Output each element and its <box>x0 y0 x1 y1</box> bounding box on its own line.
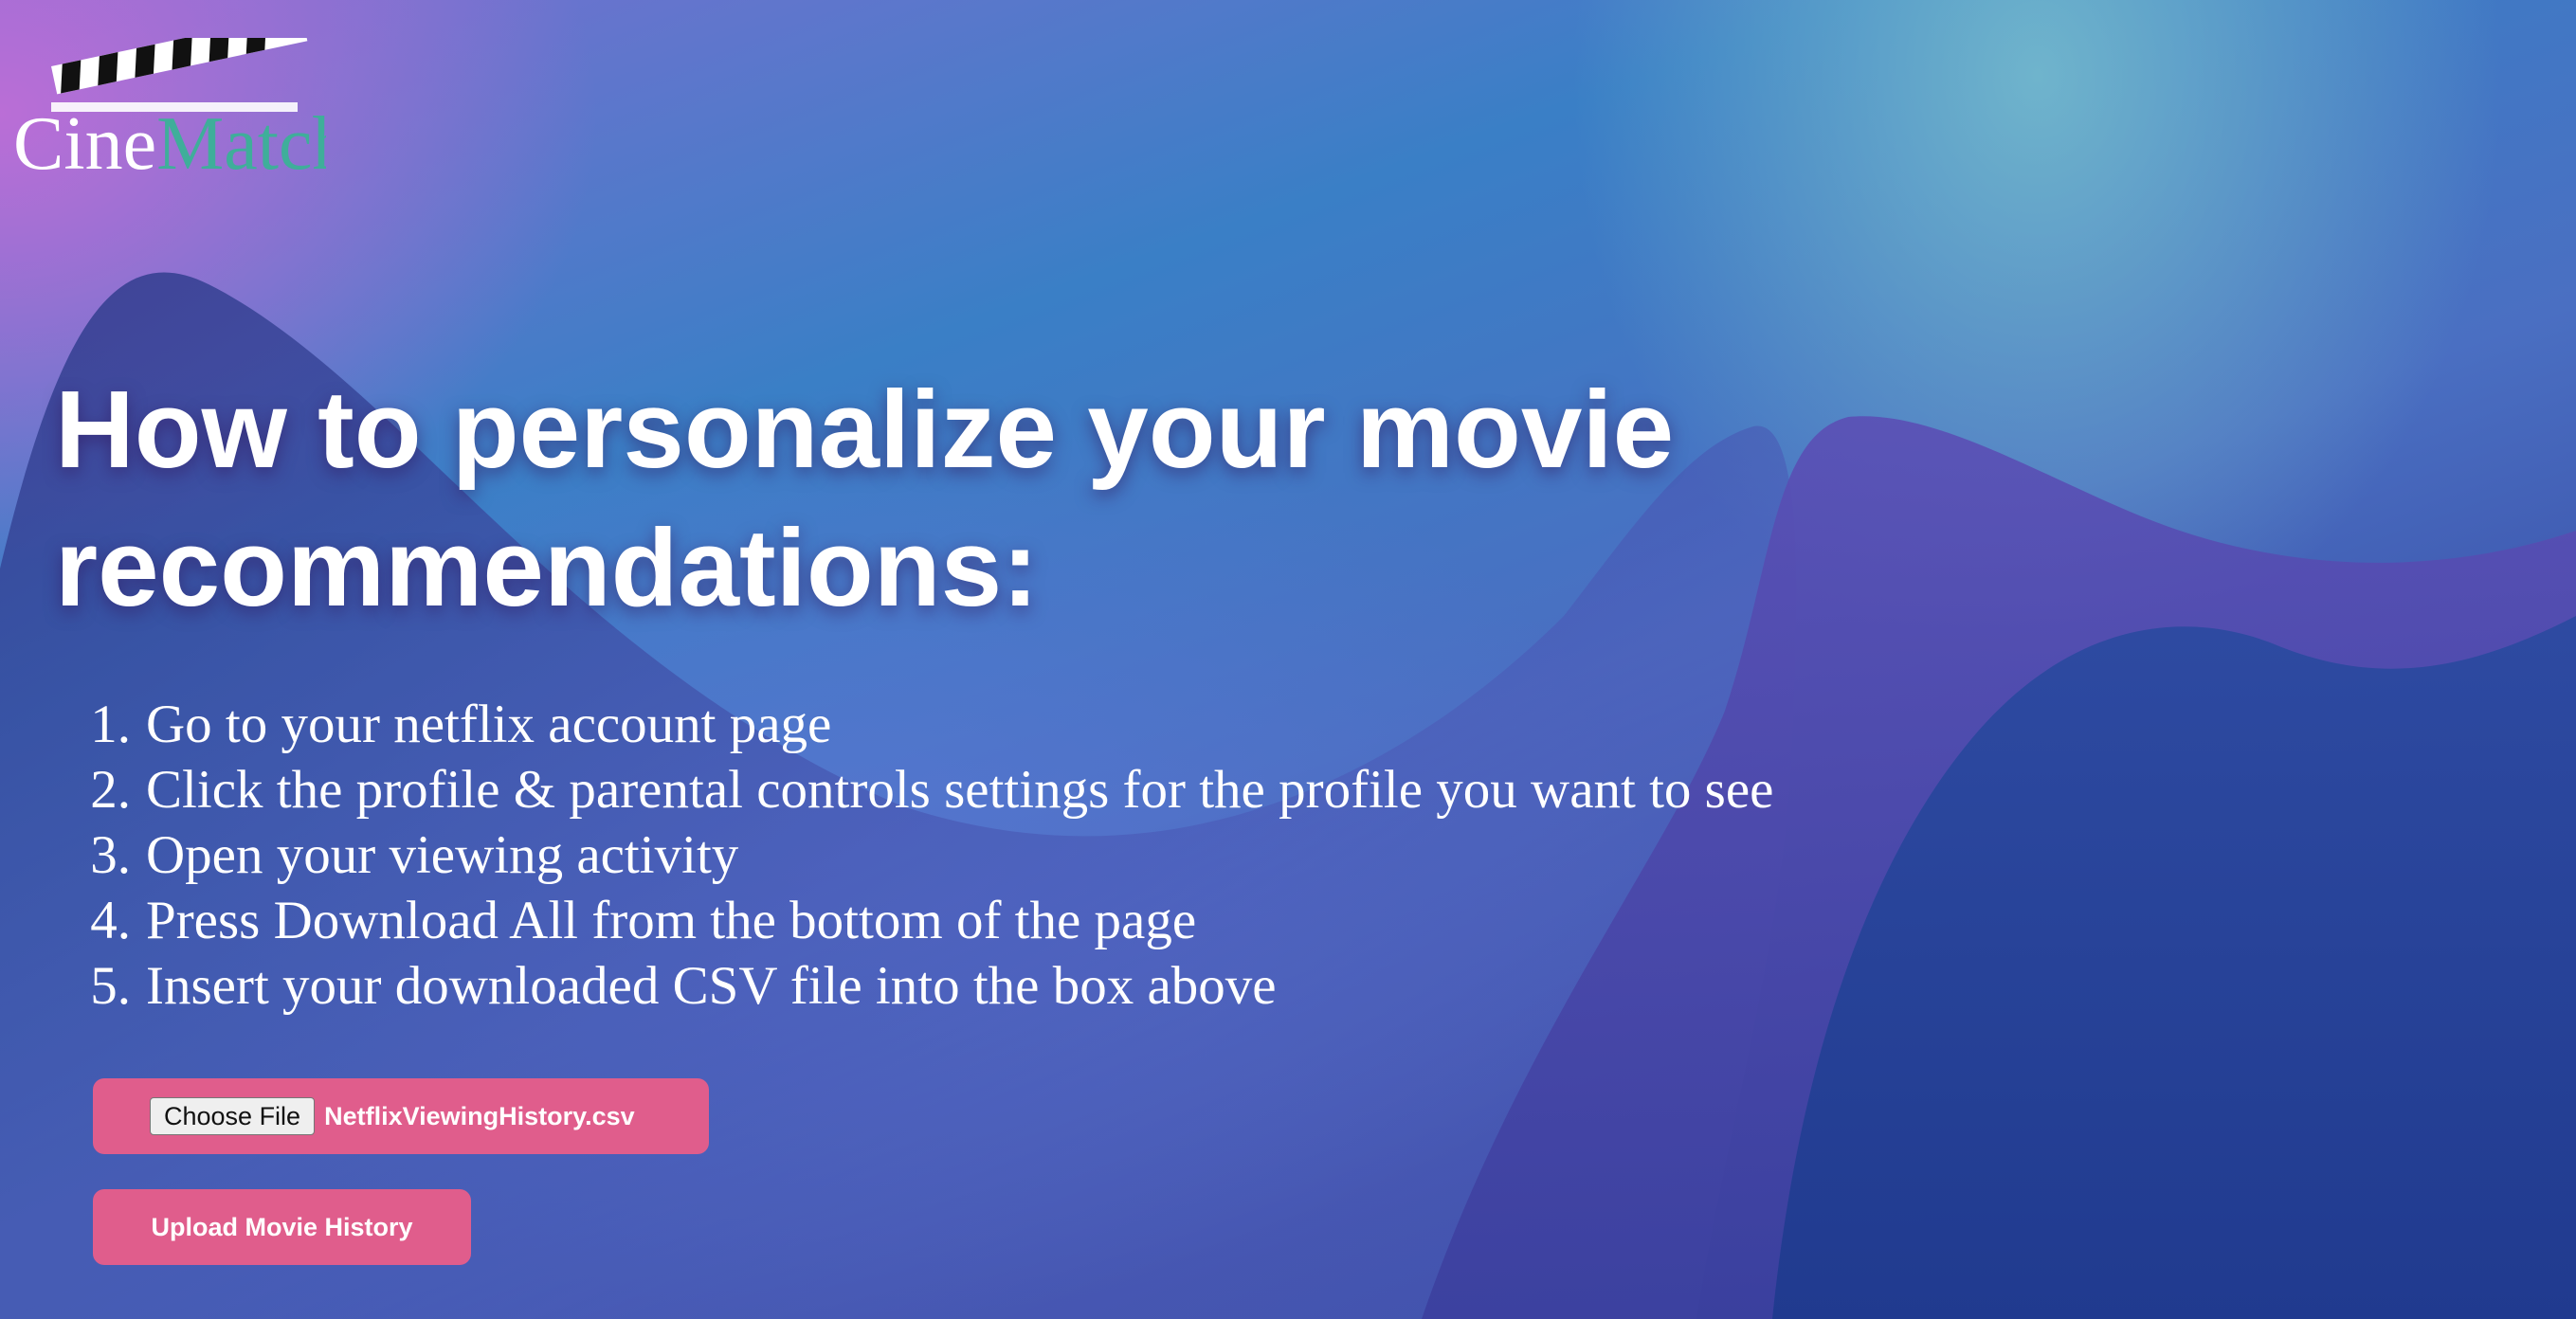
instruction-list: 1. Go to your netflix account page 2. Clic… <box>70 692 1773 1019</box>
selected-file-name: NetflixViewingHistory.csv <box>324 1101 635 1130</box>
step-text: Press Download All from the bottom of th… <box>146 891 1197 950</box>
step-number: 3. <box>90 825 131 885</box>
svg-text:CineMatch: CineMatch <box>13 102 326 180</box>
step-text: Open your viewing activity <box>146 825 739 885</box>
list-item: 4. Press Download All from the bottom of … <box>70 888 1773 953</box>
list-item: 1. Go to your netflix account page <box>70 692 1773 757</box>
step-number: 5. <box>90 956 131 1016</box>
list-item: 5. Insert your downloaded CSV file into t… <box>70 953 1773 1019</box>
cinematch-logo[interactable]: CineMatch <box>13 12 350 186</box>
upload-movie-history-button[interactable]: Upload Movie History <box>93 1189 471 1265</box>
step-number: 1. <box>90 695 131 754</box>
logo-text-match: Match <box>156 102 326 180</box>
step-text: Insert your downloaded CSV file into the… <box>146 956 1277 1016</box>
list-item: 2. Click the profile & parental controls … <box>70 757 1773 822</box>
file-input-container: Choose File NetflixViewingHistory.csv <box>93 1078 709 1154</box>
page-title: How to personalize your movie recommenda… <box>55 368 1675 629</box>
step-text: Go to your netflix account page <box>146 695 832 754</box>
step-number: 2. <box>90 760 131 820</box>
clapperboard-icon: CineMatch <box>13 12 350 186</box>
list-item: 3. Open your viewing activity <box>70 822 1773 888</box>
step-number: 4. <box>90 891 131 950</box>
logo-text-cine: Cine <box>13 102 156 180</box>
step-text: Click the profile & parental controls se… <box>146 760 1774 820</box>
choose-file-button[interactable]: Choose File <box>150 1097 316 1135</box>
